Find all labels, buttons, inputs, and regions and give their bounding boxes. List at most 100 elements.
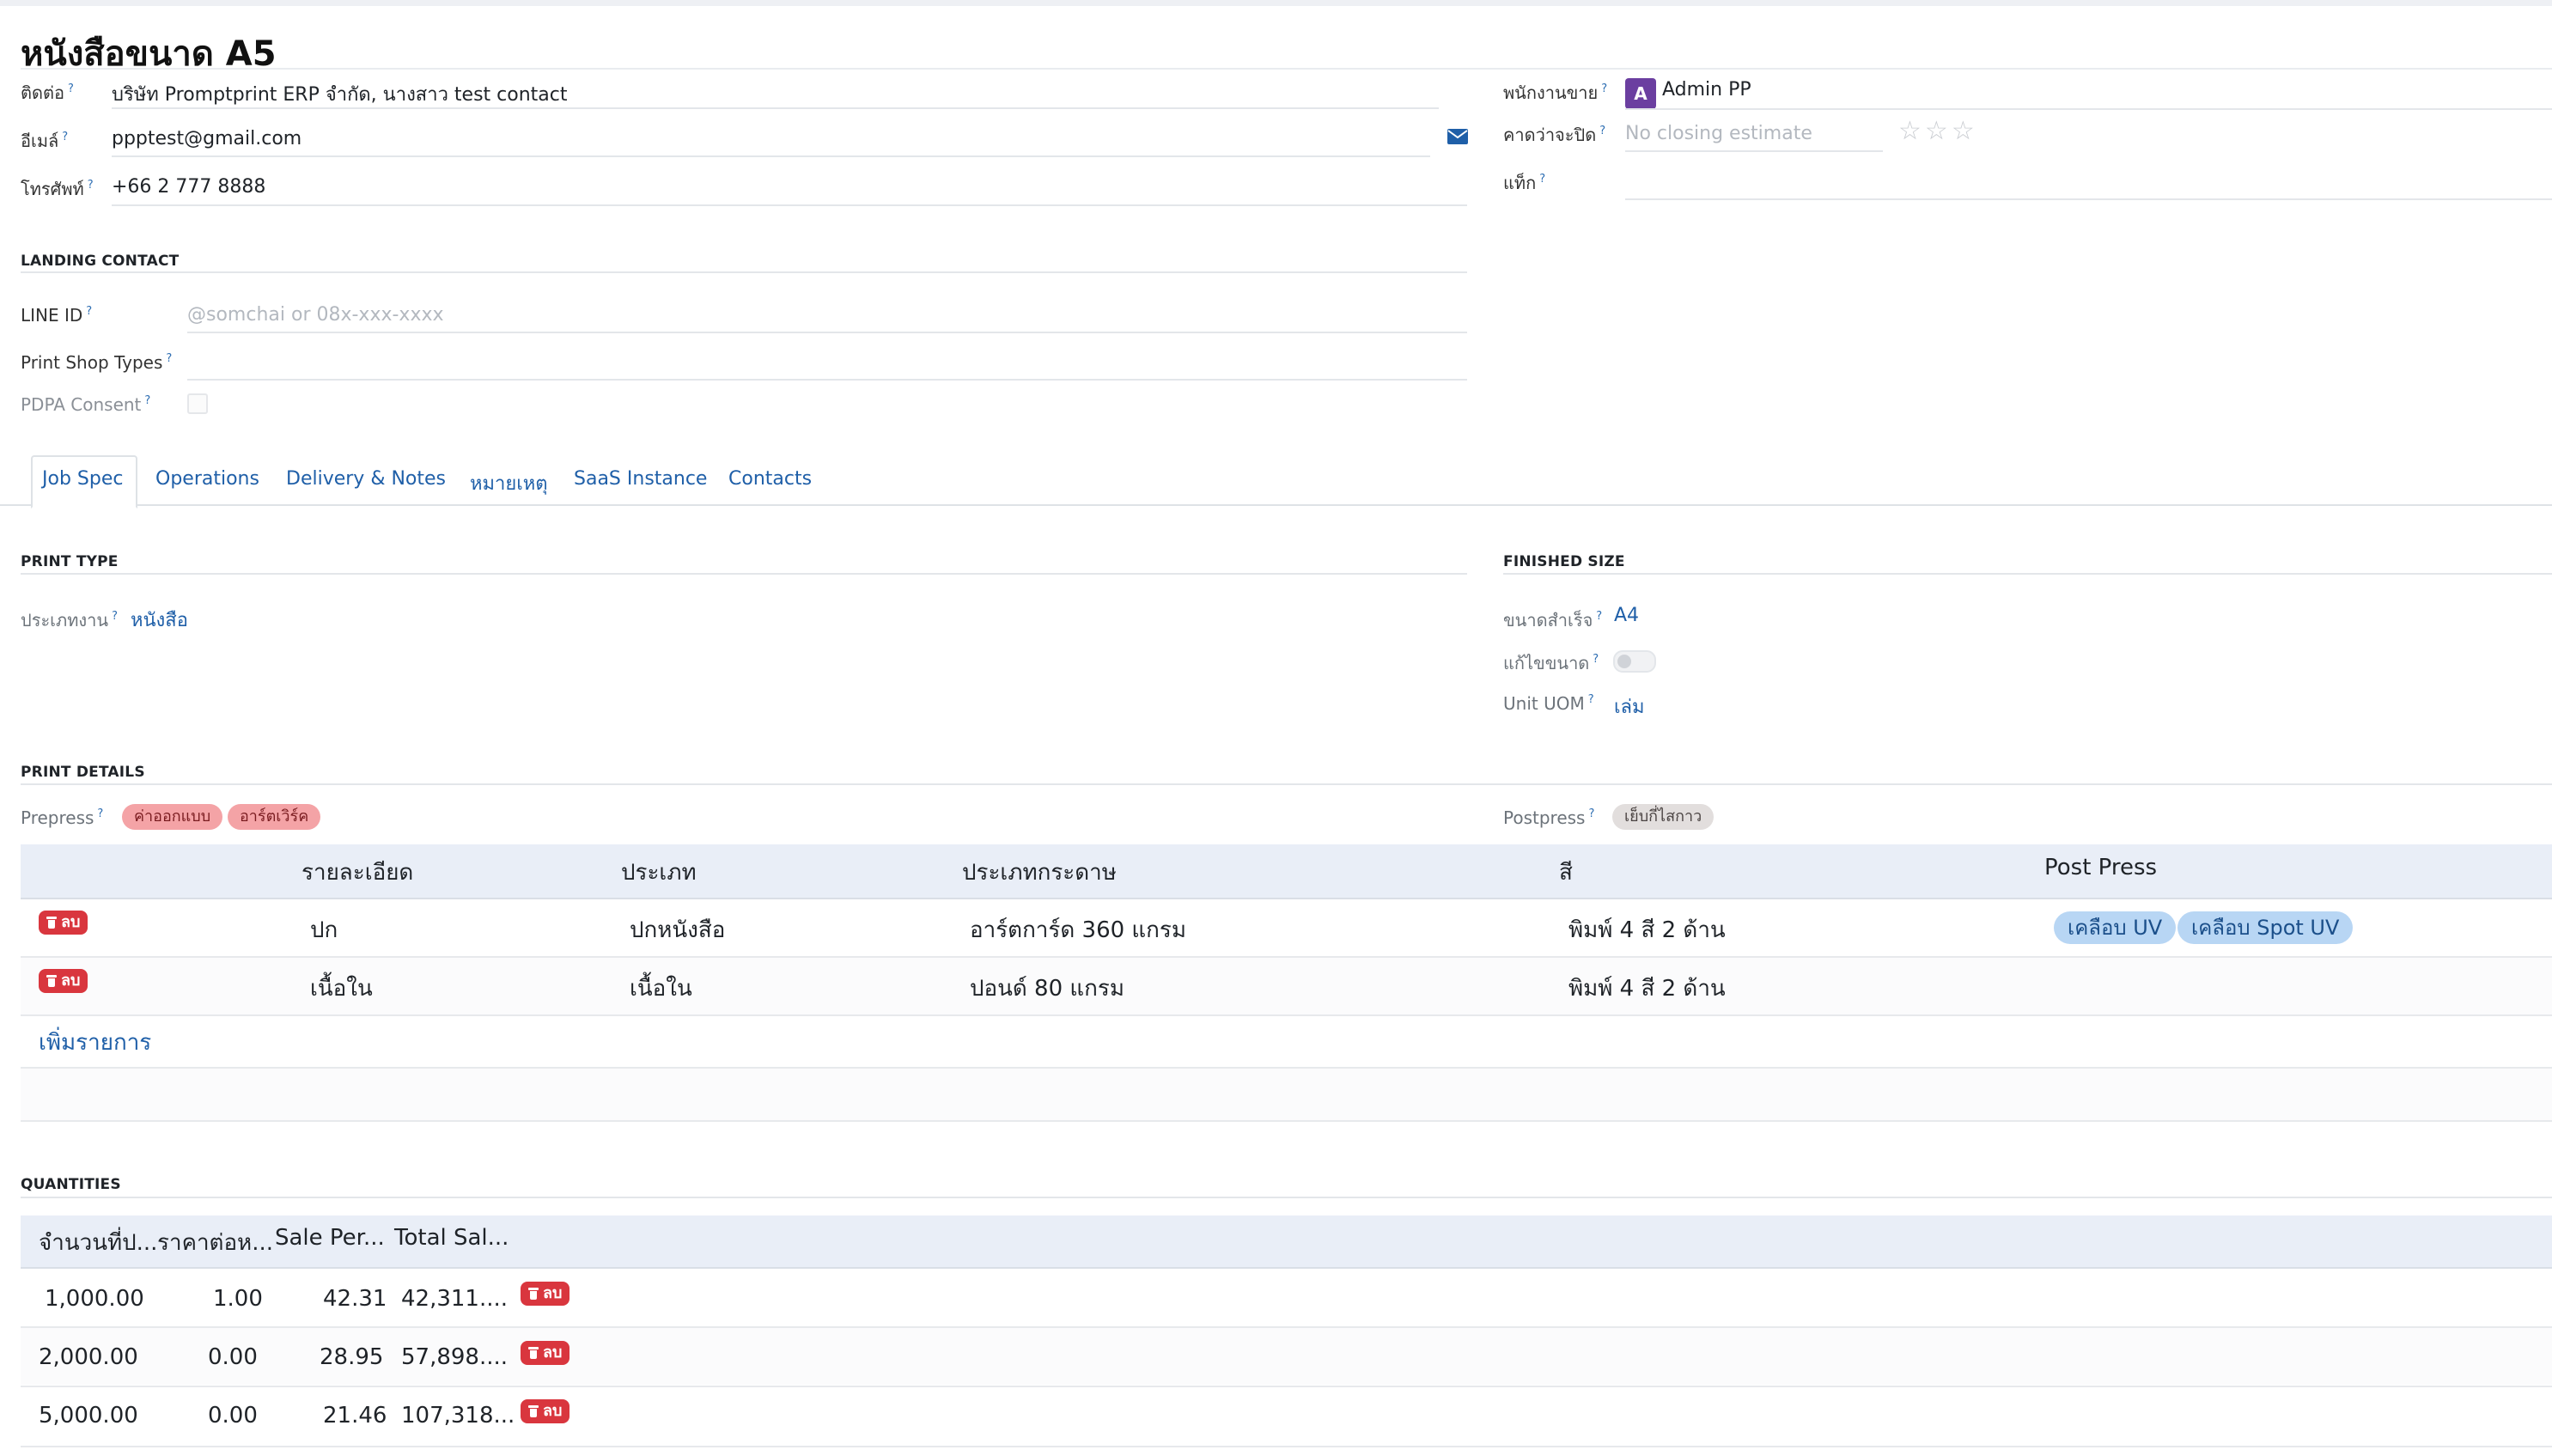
print-type-section-title: PRINT TYPE [21,553,119,570]
email-field[interactable]: ppptest@gmail.com [112,128,301,149]
trash-icon [528,1288,539,1300]
tab-operations[interactable]: Operations [155,468,259,490]
finished-size-section-title: FINISHED SIZE [1503,553,1625,570]
post-press-tag[interactable]: เคลือบ Spot UV [2177,911,2354,944]
line-id-label: LINE ID? [21,305,93,326]
record-title[interactable]: หนังสือขนาด A5 [21,26,277,81]
top-border [0,0,2552,6]
total-cell[interactable]: 42,311.... [401,1286,508,1312]
partner-underline [112,107,1439,109]
sale-per-cell[interactable]: 42.31 [323,1286,387,1312]
tab-contacts[interactable]: Contacts [728,468,812,490]
prepress-tag[interactable]: อาร์ตเวิร์ค [228,804,321,830]
table-cell-paper[interactable]: ปอนด์ 80 แกรม [970,971,1124,1006]
total-cell[interactable]: 107,318... [401,1403,515,1429]
uom-label: Unit UOM? [1503,693,1594,714]
delete-row-button[interactable]: ลบ [521,1399,570,1423]
table-cell-color[interactable]: พิมพ์ 4 สี 2 ด้าน [1568,971,1726,1006]
column-header-post-press[interactable]: Post Press [2044,855,2157,880]
quantities-section-title: QUANTITIES [21,1176,121,1193]
finished-size-value[interactable]: A4 [1614,605,1639,626]
finished-size-label: ขนาดสำเร็จ? [1503,610,1603,631]
priority-stars[interactable]: ☆ ☆ ☆ [1898,119,1975,144]
phone-label: โทรศัพท์? [21,179,94,199]
tab-saas-instance[interactable]: SaaS Instance [574,468,707,490]
prepress-label: Prepress? [21,807,104,828]
column-header-unit-cost[interactable]: ราคาต่อห... [157,1225,273,1260]
closing-estimate-input[interactable]: No closing estimate [1625,123,1812,144]
add-line-link[interactable]: เพิ่มรายการ [39,1025,151,1060]
qty-cell[interactable]: 2,000.00 [39,1344,138,1370]
delete-row-button[interactable]: ลบ [39,911,88,935]
unit-cost-cell[interactable]: 0.00 [208,1403,258,1429]
edit-size-toggle[interactable] [1613,650,1656,673]
table-cell-paper[interactable]: อาร์ตการ์ด 360 แกรม [970,912,1186,947]
partner-field[interactable]: บริษัท Promptprint ERP จำกัด, นางสาว tes… [112,79,568,109]
print-details-divider [21,783,2552,785]
star-icon[interactable]: ☆ [1952,119,1975,144]
email-underline [112,155,1430,157]
delete-row-button[interactable]: ลบ [39,969,88,993]
job-type-value[interactable]: หนังสือ [131,605,188,635]
column-header-total[interactable]: Total Sal... [394,1225,509,1251]
table-cell-detail[interactable]: เนื้อใน [310,971,373,1006]
closing-underline [1625,150,1883,152]
trash-icon [46,975,57,987]
salesperson-underline [1625,108,2552,110]
delete-row-button[interactable]: ลบ [521,1341,570,1365]
pdpa-checkbox[interactable] [187,393,208,414]
table-cell-type[interactable]: เนื้อใน [630,971,692,1006]
postpress-tag[interactable]: เย็บกี่ไสกาว [1612,804,1715,830]
column-header-type[interactable]: ประเภท [621,855,697,890]
tags-label: แท็ก? [1503,173,1546,193]
row-divider [21,1446,2552,1447]
partner-label: ติดต่อ? [21,82,74,103]
table-row[interactable] [21,958,2552,1014]
print-type-divider [21,573,1467,575]
column-header-quantity[interactable]: จำนวนที่ป... [39,1225,157,1260]
uom-value[interactable]: เล่ม [1614,691,1645,722]
tabs-divider [0,504,2552,506]
row-divider [21,1120,2552,1122]
table-cell-type[interactable]: ปกหนังสือ [630,912,725,947]
pdpa-label: PDPA Consent? [21,394,151,415]
total-cell[interactable]: 57,898.... [401,1344,508,1370]
star-icon[interactable]: ☆ [1898,119,1922,144]
tags-input[interactable] [1625,198,2552,200]
column-header-color[interactable]: สี [1559,855,1573,890]
tab-delivery-notes[interactable]: Delivery & Notes [286,468,446,490]
column-header-sale-per[interactable]: Sale Per... [275,1225,385,1251]
column-header-detail[interactable]: รายละเอียด [301,855,413,890]
qty-cell[interactable]: 5,000.00 [39,1403,138,1429]
shop-types-input[interactable] [187,379,1467,381]
trash-icon [528,1405,539,1417]
line-id-input[interactable]: @somchai or 08x-xxx-xxxx [187,304,444,326]
unit-cost-cell[interactable]: 0.00 [208,1344,258,1370]
star-icon[interactable]: ☆ [1925,119,1948,144]
email-label: อีเมล์? [21,131,69,151]
salesperson-field[interactable]: Admin PP [1662,79,1751,101]
landing-contact-divider [21,271,1467,273]
row-divider [21,1014,2552,1016]
table-empty-row [21,1069,2552,1120]
job-type-label: ประเภทงาน? [21,610,118,631]
postpress-label: Postpress? [1503,807,1595,828]
edit-size-label: แก้ไขขนาด? [1503,653,1599,673]
tab-notes[interactable]: หมายเหตุ [470,468,548,498]
column-header-paper[interactable]: ประเภทกระดาษ [962,855,1117,890]
qty-cell[interactable]: 1,000.00 [45,1286,144,1312]
unit-cost-cell[interactable]: 1.00 [213,1286,263,1312]
table-cell-color[interactable]: พิมพ์ 4 สี 2 ด้าน [1568,912,1726,947]
delete-row-button[interactable]: ลบ [521,1282,570,1306]
envelope-icon[interactable] [1447,129,1468,144]
landing-contact-section-title: LANDING CONTACT [21,253,180,270]
table-cell-detail[interactable]: ปก [310,912,338,947]
title-divider [21,68,2552,70]
post-press-tag[interactable]: เคลือบ UV [2054,911,2177,944]
prepress-tag[interactable]: ค่าออกแบบ [122,804,223,830]
tab-job-spec[interactable]: Job Spec [42,468,123,490]
phone-field[interactable]: +66 2 777 8888 [112,176,265,198]
trash-icon [528,1347,539,1359]
sale-per-cell[interactable]: 28.95 [320,1344,383,1370]
sale-per-cell[interactable]: 21.46 [323,1403,387,1429]
